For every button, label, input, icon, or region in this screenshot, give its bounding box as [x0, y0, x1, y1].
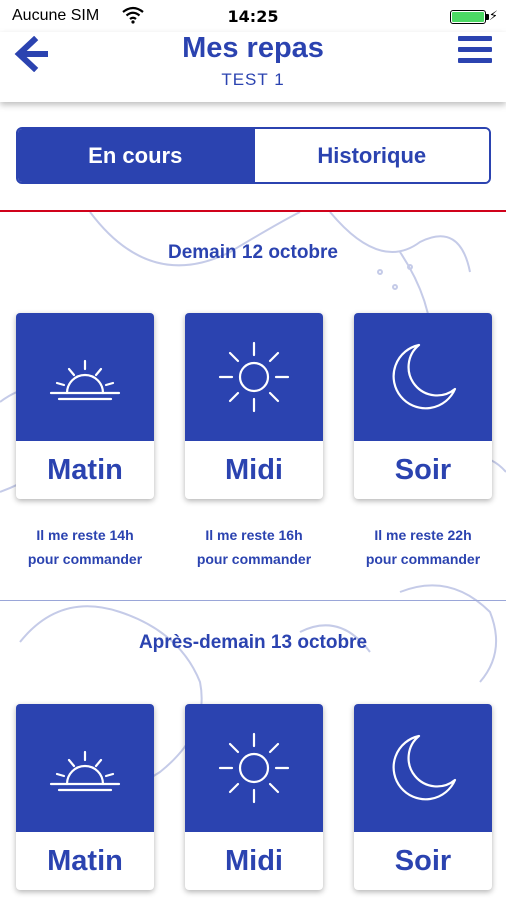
remaining-hours: Il me reste 22h: [374, 527, 472, 543]
meal-label: Matin: [47, 844, 123, 877]
header: Mes repas TEST 1: [0, 32, 506, 102]
meal-card-soir[interactable]: Soir: [354, 313, 492, 499]
hamburger-menu-icon[interactable]: [458, 36, 492, 70]
meal-card-midi[interactable]: Midi: [185, 313, 323, 499]
tab-en-cours[interactable]: En cours: [18, 129, 253, 182]
sun-icon: [218, 732, 290, 804]
remaining-time-soir: Il me reste 22h pour commander: [343, 523, 503, 571]
day-divider: [0, 600, 506, 601]
tab-switcher: En cours Historique: [16, 127, 491, 184]
remaining-caption: pour commander: [27, 551, 143, 567]
day-title: Demain 12 octobre: [168, 242, 338, 263]
meal-label: Midi: [225, 453, 283, 486]
clock: 14:25: [227, 7, 279, 26]
meal-label: Soir: [394, 453, 452, 486]
sun-icon: [218, 341, 290, 413]
meal-card-matin[interactable]: Matin: [16, 704, 154, 890]
meal-label: Midi: [225, 844, 283, 877]
page-subtitle: TEST 1: [221, 70, 285, 89]
meal-card-midi[interactable]: Midi: [185, 704, 323, 890]
charging-icon: ⚡: [488, 8, 498, 23]
section-separator: [0, 210, 506, 212]
sunrise-icon: [49, 359, 121, 401]
remaining-caption: pour commander: [365, 551, 481, 567]
page-title: Mes repas: [182, 32, 324, 64]
remaining-caption: pour commander: [196, 551, 312, 567]
battery-icon: [450, 10, 486, 24]
remaining-time-matin: Il me reste 14h pour commander: [5, 523, 165, 571]
meal-label: Matin: [47, 453, 123, 486]
meal-card-matin[interactable]: Matin: [16, 313, 154, 499]
tab-historique[interactable]: Historique: [252, 129, 489, 182]
meal-label: Soir: [394, 844, 452, 877]
day-title: Après-demain 13 octobre: [138, 632, 368, 653]
remaining-hours: Il me reste 16h: [205, 527, 303, 543]
sunrise-icon: [49, 750, 121, 792]
remaining-hours: Il me reste 14h: [36, 527, 134, 543]
remaining-time-midi: Il me reste 16h pour commander: [174, 523, 334, 571]
status-bar: Aucune SIM 14:25 ⚡: [0, 0, 506, 32]
moon-icon: [392, 734, 457, 801]
meal-card-soir[interactable]: Soir: [354, 704, 492, 890]
moon-icon: [392, 343, 457, 410]
